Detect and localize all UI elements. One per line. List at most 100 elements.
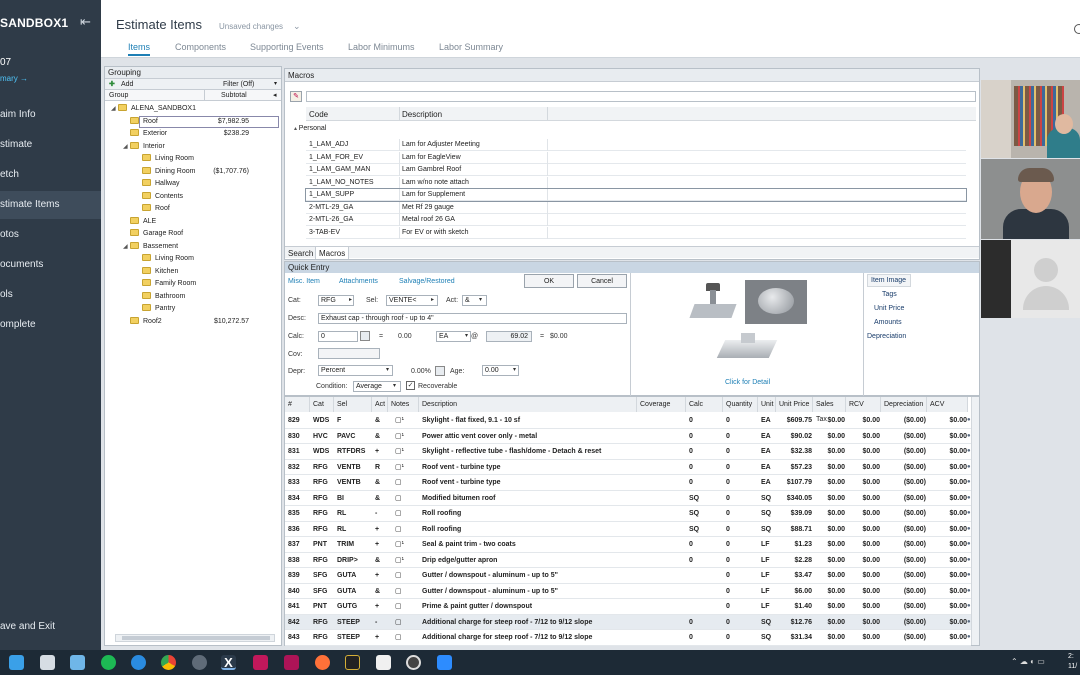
nav-item-sketch[interactable]: etch	[0, 161, 101, 189]
summary-link[interactable]: mary →	[0, 74, 28, 83]
table-row[interactable]: 829 WDS F & ▢¹ Skylight - flat fixed, 9.1 - 1…	[285, 413, 971, 429]
chevron-down-icon[interactable]: ▾	[393, 382, 396, 389]
horizontal-scrollbar[interactable]	[115, 634, 275, 642]
add-icon[interactable]: ✚	[109, 79, 115, 90]
clock-time[interactable]: 2:	[1068, 653, 1074, 660]
tab-labor-minimums[interactable]: Labor Minimums	[348, 42, 415, 52]
chevron-down-icon[interactable]: ▾	[386, 366, 389, 373]
col-group[interactable]: Group	[109, 90, 128, 101]
col-act[interactable]: Act	[372, 397, 388, 412]
tree-item[interactable]: Contents	[135, 191, 183, 203]
tab-misc-item[interactable]: Misc. Item	[288, 278, 320, 285]
spotify-icon[interactable]	[101, 655, 116, 670]
bookmark-app-icon[interactable]	[376, 655, 391, 670]
notes-icon[interactable]: ▢¹	[395, 444, 404, 459]
col-cat[interactable]: Cat	[310, 397, 334, 412]
clock-date[interactable]: 11/	[1068, 663, 1077, 670]
sort-icon[interactable]: ◂	[273, 90, 277, 101]
item-image-roof-vent[interactable]	[713, 330, 783, 366]
tree-item[interactable]: Hallway	[135, 178, 180, 190]
calculator-icon[interactable]	[435, 366, 445, 376]
macro-row[interactable]: 1_LAM_SUPP Lam for Supplement	[305, 188, 967, 202]
tree-item[interactable]: Living Room	[135, 253, 194, 265]
file-explorer-icon[interactable]	[9, 655, 24, 670]
nav-item-estimate-items[interactable]: stimate Items	[0, 191, 101, 219]
recorder-icon[interactable]	[284, 655, 299, 670]
firefox-icon[interactable]	[315, 655, 330, 670]
vertical-scrollbar[interactable]	[971, 397, 979, 645]
chevron-down-icon[interactable]: ▾	[465, 332, 468, 339]
macro-section-personal[interactable]: ▴ Personal	[294, 125, 326, 132]
col-subtotal[interactable]: Subtotal	[221, 90, 247, 101]
calculator-icon[interactable]	[360, 331, 370, 341]
col-rcv[interactable]: RCV	[846, 397, 881, 412]
zoom-icon[interactable]	[437, 655, 452, 670]
tree-item[interactable]: Roof	[135, 203, 170, 215]
filter-dropdown[interactable]: Filter (Off)	[223, 79, 254, 90]
tab-supporting-events[interactable]: Supporting Events	[250, 42, 324, 52]
tree-item[interactable]: ◢ Interior	[123, 141, 165, 153]
tree-item[interactable]: ◢ Bassement	[123, 241, 178, 253]
macro-search-input[interactable]	[306, 91, 976, 102]
col-notes[interactable]: Notes	[388, 397, 419, 412]
tree-item[interactable]: Pantry	[135, 303, 175, 315]
depreciation-percent[interactable]: 0.00%	[411, 368, 431, 375]
notes-icon[interactable]: ▢	[395, 568, 402, 583]
expand-icon[interactable]: ◢	[123, 141, 130, 153]
tab-search[interactable]: Search	[288, 249, 313, 258]
table-row[interactable]: 832 RFG VENTB R ▢¹ Roof vent - turbine type 0 0…	[285, 460, 971, 475]
tree-item[interactable]: Bathroom	[135, 291, 185, 303]
nav-item-tools[interactable]: ols	[0, 281, 101, 309]
col-description[interactable]: Description	[402, 110, 442, 119]
tab-depreciation[interactable]: Depreciation	[867, 333, 906, 340]
chrome-icon[interactable]	[161, 655, 176, 670]
collapse-nav-icon[interactable]: ⇤	[80, 14, 91, 30]
notes-icon[interactable]: ▢¹	[395, 413, 404, 428]
table-row[interactable]: 836 RFG RL + ▢ Roll roofing SQ 0 SQ $88.71 $0.00 $0…	[285, 522, 971, 537]
tab-components[interactable]: Components	[175, 42, 226, 52]
col-number[interactable]: #	[285, 397, 310, 412]
notes-icon[interactable]: ▢	[395, 584, 402, 599]
macro-row[interactable]: 3-TAB-EV For EV or with sketch	[306, 226, 966, 239]
item-image-exhaust-cap[interactable]	[686, 280, 740, 324]
col-sel[interactable]: Sel	[334, 397, 372, 412]
col-coverage[interactable]: Coverage	[637, 397, 686, 412]
expand-icon[interactable]: ◢	[123, 241, 130, 253]
unsaved-changes[interactable]: Unsaved changes ⌄	[219, 21, 301, 32]
table-row[interactable]: 842 RFG STEEP - ▢ Additional charge for steep…	[285, 614, 971, 630]
macro-row[interactable]: 2-MTL-26_GA Metal roof 26 GA	[306, 214, 966, 226]
tab-macros[interactable]: Macros	[315, 247, 350, 259]
macro-row[interactable]: 1_LAM_FOR_EV Lam for EagleView	[306, 151, 966, 164]
table-row[interactable]: 839 SFG GUTA + ▢ Gutter / downspout - aluminu…	[285, 568, 971, 584]
col-description[interactable]: Description	[419, 397, 637, 412]
unit-price-input[interactable]: 69.02	[486, 331, 532, 342]
table-row[interactable]: 833 RFG VENTB & ▢ Roof vent - turbine type 0 0 E…	[285, 475, 971, 491]
tree-item[interactable]: Exterior	[123, 128, 167, 140]
calc-input[interactable]: 0	[318, 331, 358, 342]
tab-labor-summary[interactable]: Labor Summary	[439, 42, 503, 52]
notes-icon[interactable]: ▢	[395, 522, 402, 537]
chevron-down-icon[interactable]: ▸	[431, 296, 434, 303]
screen-tool-icon[interactable]	[253, 655, 268, 670]
app-icon[interactable]	[345, 655, 360, 670]
col-depreciation[interactable]: Depreciation	[881, 397, 927, 412]
tree-item[interactable]: Dining Room	[135, 166, 195, 178]
notes-icon[interactable]: ▢	[395, 599, 402, 614]
browser-icon[interactable]	[192, 655, 207, 670]
coverage-select[interactable]	[318, 348, 380, 359]
tab-items[interactable]: Items	[128, 42, 151, 56]
table-row[interactable]: 840 SFG GUTA & ▢ Gutter / downspout - aluminu…	[285, 584, 971, 599]
table-row[interactable]: 830 HVC PAVC & ▢¹ Power attic vent cover only…	[285, 429, 971, 444]
col-sales-tax[interactable]: Sales Tax	[813, 397, 846, 423]
col-acv[interactable]: ACV	[927, 397, 968, 412]
table-row[interactable]: 835 RFG RL - ▢ Roll roofing SQ 0 SQ $39.09 $0.00 $0…	[285, 506, 971, 522]
notes-icon[interactable]: ▢¹	[395, 429, 404, 444]
table-row[interactable]: 843 RFG STEEP + ▢ Additional charge for steep…	[285, 630, 971, 646]
notes-icon[interactable]: ▢¹	[395, 460, 404, 475]
chevron-down-icon[interactable]: ▾	[513, 366, 516, 373]
add-group-button[interactable]: Add	[121, 79, 133, 90]
expand-icon[interactable]: ◢	[111, 103, 118, 115]
tab-tags[interactable]: Tags	[882, 291, 897, 298]
table-row[interactable]: 837 PNT TRIM + ▢¹ Seal & paint trim - two coa…	[285, 537, 971, 553]
tree-item[interactable]: Family Room	[135, 278, 196, 290]
